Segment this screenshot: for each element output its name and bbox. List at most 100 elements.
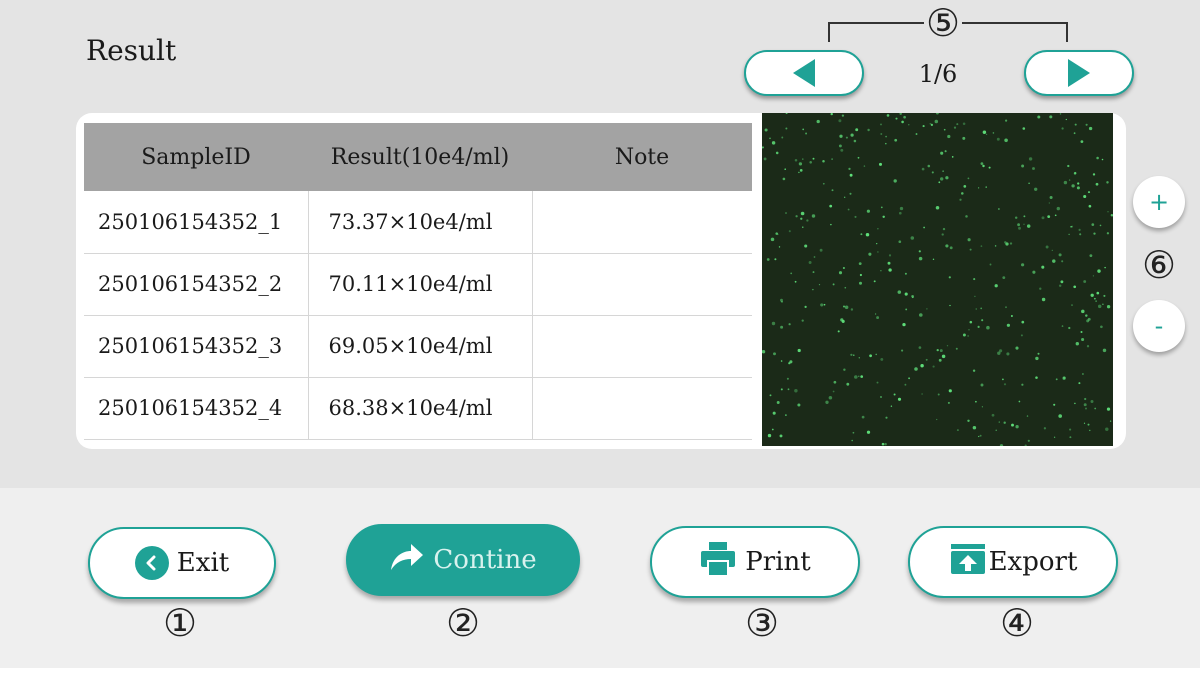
- cell-dot: [1039, 287, 1042, 290]
- cell-dot: [932, 258, 935, 261]
- cell-dot: [809, 161, 812, 164]
- cell-dot: [972, 369, 976, 372]
- cell-dot: [1068, 179, 1071, 181]
- cell-dot: [866, 430, 871, 434]
- cell-dot: [921, 167, 925, 171]
- cell-dot: [1032, 270, 1036, 274]
- cell-dot: [967, 335, 969, 337]
- cell-dot: [1052, 259, 1056, 263]
- cell-dot: [844, 286, 847, 289]
- continue-button[interactable]: Contine: [346, 524, 580, 596]
- cell-dot: [823, 303, 826, 306]
- cell-dot: [785, 113, 788, 115]
- cell-dot: [1041, 216, 1045, 220]
- cell-dot: [921, 393, 923, 395]
- cell-dot: [858, 357, 860, 359]
- note-cell[interactable]: [532, 377, 752, 440]
- export-label: Export: [988, 547, 1078, 577]
- zoom-in-button[interactable]: +: [1133, 176, 1185, 228]
- note-cell[interactable]: [532, 191, 752, 254]
- cell-dot: [822, 182, 825, 185]
- cell-dot: [1079, 233, 1082, 236]
- cell-dot: [829, 204, 833, 208]
- cell-dot: [904, 292, 908, 296]
- exit-button[interactable]: Exit: [88, 527, 276, 599]
- cell-dot: [1086, 345, 1090, 348]
- cell-dot: [967, 419, 970, 423]
- cell-dot: [1097, 269, 1101, 273]
- cell-dot: [812, 271, 815, 274]
- table-row[interactable]: 250106154352_2 70.11×10e4/ml: [84, 253, 752, 316]
- cell-dot: [1015, 425, 1019, 429]
- cell-dot: [863, 165, 866, 167]
- cell-dot: [838, 144, 842, 148]
- cell-dot: [901, 349, 904, 352]
- cell-dot: [980, 245, 983, 247]
- cell-dot: [811, 214, 816, 218]
- cell-dot: [860, 375, 864, 378]
- cell-dot: [1011, 423, 1014, 427]
- prev-image-button[interactable]: [744, 50, 864, 96]
- cell-dot: [1080, 330, 1083, 334]
- cell-dot: [998, 208, 1000, 210]
- cell-dot: [794, 159, 798, 162]
- cell-dot: [974, 295, 976, 298]
- cell-dot: [904, 383, 907, 386]
- cell-dot: [1035, 376, 1038, 379]
- cell-dot: [1032, 167, 1035, 170]
- cell-dot: [940, 151, 944, 155]
- cell-dot: [867, 128, 870, 132]
- cell-dot: [885, 135, 887, 138]
- table-row[interactable]: 250106154352_1 73.37×10e4/ml: [84, 191, 752, 254]
- note-cell[interactable]: [532, 315, 752, 378]
- note-cell[interactable]: [532, 253, 752, 316]
- cell-dot: [874, 313, 877, 315]
- sample-id-cell: 250106154352_1: [84, 191, 309, 254]
- cell-dot: [1065, 118, 1067, 121]
- zoom-out-button[interactable]: -: [1133, 300, 1185, 352]
- cell-dot: [949, 304, 951, 307]
- cell-dot: [1028, 157, 1033, 161]
- cell-dot: [861, 415, 865, 419]
- cell-dot: [780, 360, 783, 362]
- cell-dot: [1071, 184, 1075, 188]
- cell-dot: [977, 325, 980, 328]
- cell-dot: [1035, 356, 1039, 361]
- export-button[interactable]: Export: [908, 526, 1118, 598]
- cell-dot: [914, 367, 918, 371]
- cell-dot: [936, 418, 938, 421]
- cell-dot: [994, 245, 997, 247]
- cell-dot: [1102, 348, 1107, 353]
- cell-dot: [919, 313, 923, 317]
- cell-dot: [763, 157, 767, 161]
- microscope-image[interactable]: [762, 113, 1113, 446]
- chevron-left-circle-icon: [134, 546, 169, 580]
- cell-dot: [980, 307, 983, 310]
- cell-dot: [1103, 294, 1106, 297]
- cell-dot: [859, 273, 862, 277]
- result-cell: 68.38×10e4/ml: [308, 377, 533, 440]
- cell-dot: [1048, 202, 1050, 204]
- print-button[interactable]: Print: [650, 526, 860, 598]
- cell-dot: [1085, 123, 1088, 126]
- cell-dot: [991, 413, 995, 417]
- cell-dot: [1087, 317, 1091, 321]
- cell-dot: [998, 421, 1000, 423]
- table-row[interactable]: 250106154352_3 69.05×10e4/ml: [84, 315, 752, 378]
- cell-dot: [854, 215, 857, 218]
- next-image-button[interactable]: [1024, 50, 1134, 96]
- cell-dot: [841, 114, 845, 117]
- cell-dot: [880, 206, 883, 209]
- table-row[interactable]: 250106154352_4 68.38×10e4/ml: [84, 377, 752, 440]
- cell-dot: [788, 323, 791, 326]
- cell-dot: [951, 156, 954, 158]
- cell-dot: [1026, 415, 1029, 417]
- cell-dot: [1092, 275, 1095, 277]
- cell-dot: [1070, 225, 1072, 228]
- cell-dot: [1094, 407, 1097, 410]
- annotation-2: ②: [446, 601, 481, 645]
- cell-dot: [1058, 253, 1062, 257]
- cell-dot: [770, 237, 775, 242]
- cell-dot: [1087, 423, 1090, 426]
- cell-dot: [1102, 303, 1104, 306]
